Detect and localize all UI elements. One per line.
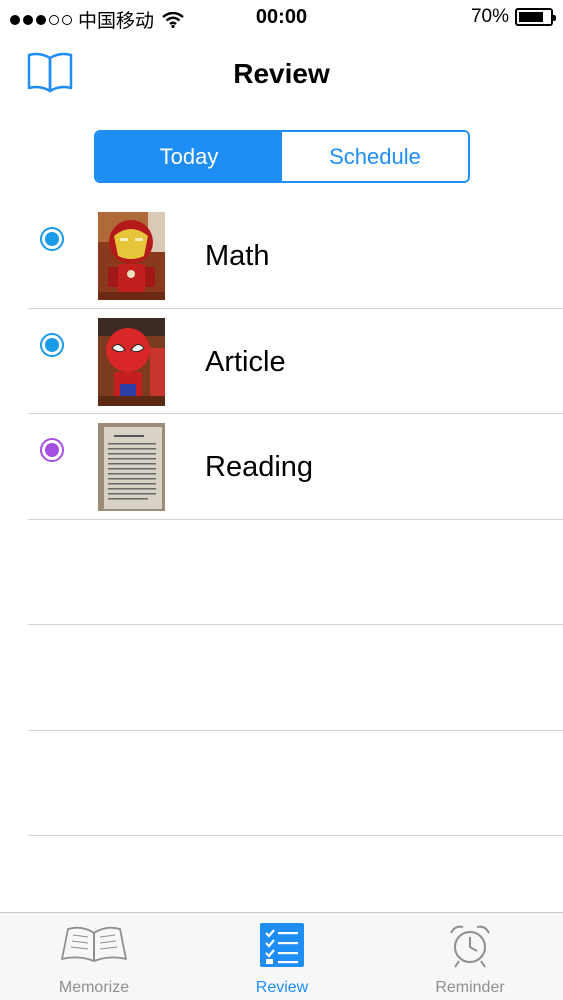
- review-screen: 中国移动 00:00 70% Review Today Schedule Mat…: [0, 0, 563, 1000]
- review-list: Math Article Reading: [0, 203, 563, 836]
- status-right: 70%: [470, 6, 556, 28]
- tab-memorize[interactable]: Memorize: [0, 913, 188, 1000]
- tab-label: Review: [255, 979, 309, 996]
- tab-bar: Memorize Review Reminder: [0, 912, 563, 1000]
- checklist-icon: [260, 923, 304, 972]
- list-item-reading[interactable]: Reading: [0, 414, 563, 520]
- segmented-control: Today Schedule: [94, 130, 470, 183]
- alarm-clock-icon: [447, 923, 493, 974]
- thumbnail-document-page: [98, 423, 165, 511]
- list-item-label: Reading: [205, 451, 314, 483]
- status-bar: 中国移动 00:00 70%: [0, 0, 563, 38]
- thumbnail-iron-man-toy: [98, 212, 165, 300]
- tab-review[interactable]: Review: [188, 913, 376, 1000]
- status-dot: [40, 227, 64, 251]
- open-book-icon: [60, 923, 128, 970]
- list-item-article[interactable]: Article: [0, 309, 563, 415]
- tab-schedule[interactable]: Schedule: [282, 132, 468, 181]
- tab-label: Reminder: [435, 979, 505, 996]
- status-dot: [40, 438, 64, 462]
- empty-row: [0, 625, 563, 731]
- battery-percent: 70%: [470, 6, 509, 27]
- empty-row: [0, 731, 563, 837]
- empty-row: [0, 520, 563, 626]
- tab-reminder[interactable]: Reminder: [376, 913, 563, 1000]
- list-item-label: Article: [205, 345, 286, 378]
- navigation-bar: Review: [0, 38, 563, 110]
- thumbnail-spider-man-toy: [98, 317, 165, 406]
- tab-label: Memorize: [58, 979, 130, 996]
- page-title: Review: [233, 58, 330, 89]
- battery-icon: [515, 8, 556, 26]
- list-item-label: Math: [205, 240, 270, 272]
- status-dot: [40, 332, 64, 357]
- list-item-math[interactable]: Math: [0, 203, 563, 309]
- tab-today[interactable]: Today: [96, 132, 282, 181]
